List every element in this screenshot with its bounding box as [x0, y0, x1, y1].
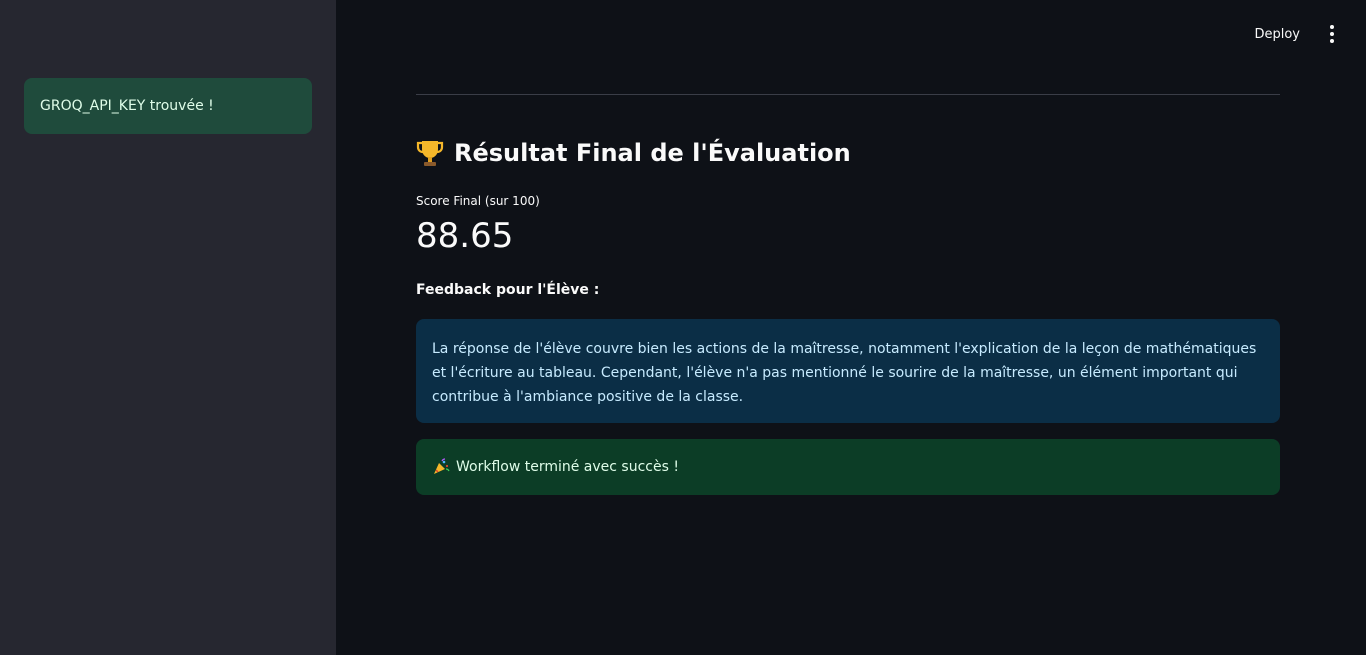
deploy-button[interactable]: Deploy — [1250, 25, 1304, 44]
api-key-success-alert: GROQ_API_KEY trouvée ! — [24, 78, 312, 134]
divider — [416, 94, 1280, 95]
feedback-info-box: La réponse de l'élève couvre bien les ac… — [416, 319, 1280, 423]
metric-label: Score Final (sur 100) — [416, 194, 540, 208]
vertical-ellipsis-icon[interactable] — [1322, 22, 1342, 46]
api-key-alert-text: GROQ_API_KEY trouvée ! — [40, 98, 214, 114]
page-title-text: Résultat Final de l'Évaluation — [454, 139, 851, 167]
success-text: Workflow terminé avec succès ! — [456, 459, 679, 475]
feedback-text: La réponse de l'élève couvre bien les ac… — [432, 341, 1257, 405]
header-toolbar: Deploy — [1250, 22, 1342, 46]
page-title: Résultat Final de l'Évaluation — [416, 138, 851, 168]
trophy-icon — [416, 138, 444, 168]
metric-value: 88.65 — [416, 216, 514, 256]
app-root: GROQ_API_KEY trouvée ! Deploy Résultat F… — [0, 0, 1366, 655]
feedback-heading: Feedback pour l'Élève : — [416, 282, 600, 298]
sidebar: GROQ_API_KEY trouvée ! — [0, 0, 336, 655]
party-popper-icon — [432, 458, 450, 476]
workflow-success-alert: Workflow terminé avec succès ! — [416, 439, 1280, 495]
